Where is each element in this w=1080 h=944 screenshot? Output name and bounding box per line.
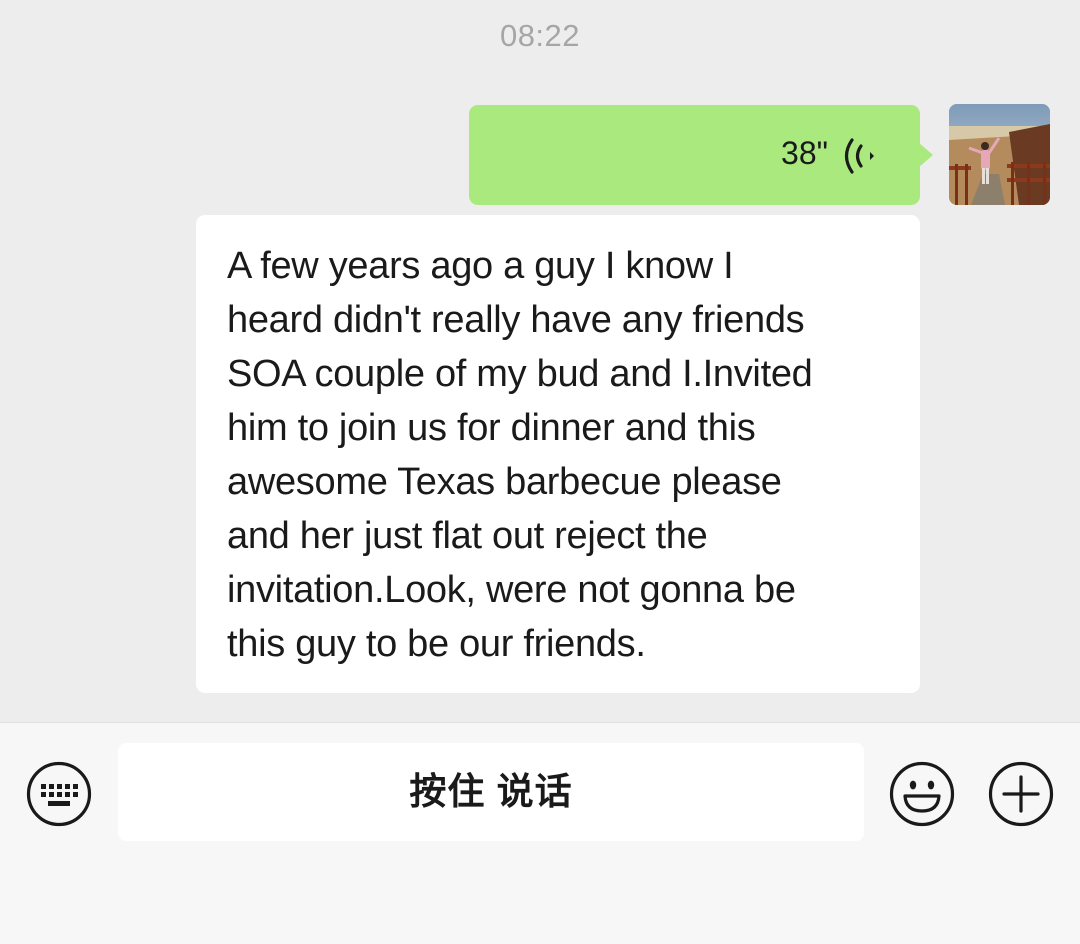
keyboard-icon (26, 761, 92, 827)
message-text-line: invitation.Look, were not gonna be (227, 569, 796, 611)
voice-wave-icon (844, 137, 878, 175)
message-text-line: and her just flat out reject the (227, 515, 708, 557)
emoji-icon (889, 761, 955, 827)
voice-message-bubble[interactable]: 38" (469, 105, 933, 205)
chat-area[interactable]: 08:22 38" A few years ago a guy I know I… (0, 0, 1080, 722)
message-text-line: heard didn't really have any friends (227, 299, 805, 341)
message-timestamp: 08:22 (499, 18, 581, 53)
avatar-photo (949, 104, 1050, 205)
text-message-bubble[interactable]: A few years ago a guy I know I heard did… (196, 215, 920, 693)
message-text-line: awesome Texas barbecue please (227, 461, 782, 503)
emoji-button[interactable] (889, 761, 955, 827)
plus-icon (988, 761, 1054, 827)
message-text-line: this guy to be our friends. (227, 623, 646, 665)
message-text-line: him to join us for dinner and this (227, 407, 756, 449)
chat-input-bar: 按住 说话 (0, 722, 1080, 944)
hold-to-talk-button[interactable]: 按住 说话 (118, 743, 864, 841)
more-options-button[interactable] (988, 761, 1054, 827)
user-avatar[interactable] (949, 104, 1050, 205)
voice-duration: 38" (781, 135, 828, 171)
message-text-line: SOA couple of my bud and I.Invited (227, 353, 813, 395)
message-text-line: A few years ago a guy I know I (227, 245, 734, 287)
keyboard-toggle-button[interactable] (26, 761, 92, 827)
